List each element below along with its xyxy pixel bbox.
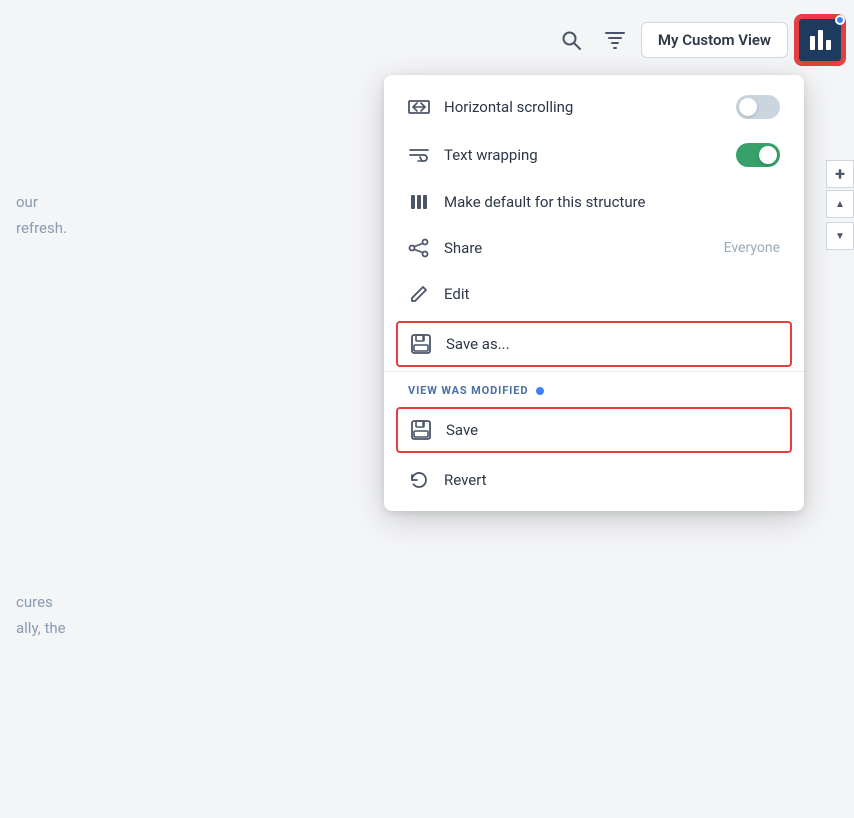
edit-icon xyxy=(408,283,430,305)
save-wrapper: Save xyxy=(396,407,792,453)
save-icon xyxy=(410,419,432,441)
scroll-down-button[interactable]: ▼ xyxy=(826,222,854,250)
make-default-label: Make default for this structure xyxy=(444,193,780,211)
share-label: Share xyxy=(444,239,710,257)
view-modified-section: VIEW WAS MODIFIED xyxy=(384,376,804,403)
horizontal-scrolling-toggle[interactable] xyxy=(736,95,780,119)
view-modified-label: VIEW WAS MODIFIED xyxy=(408,384,780,397)
revert-icon xyxy=(408,469,430,491)
text-wrap-icon xyxy=(408,144,430,166)
revert-item[interactable]: Revert xyxy=(384,457,804,503)
revert-label: Revert xyxy=(444,471,780,489)
share-item[interactable]: Share Everyone xyxy=(384,225,804,271)
dropdown-menu: Horizontal scrolling Text wrapping xyxy=(384,75,804,511)
custom-view-label: My Custom View xyxy=(658,31,771,49)
toolbar: My Custom View xyxy=(0,0,854,80)
columns-view-button[interactable] xyxy=(796,16,844,64)
edit-label: Edit xyxy=(444,285,780,303)
bg-text-bottom-left: curesally, the xyxy=(0,580,150,651)
save-as-icon xyxy=(410,333,432,355)
modified-dot xyxy=(536,387,544,395)
search-button[interactable] xyxy=(553,22,589,58)
filter-button[interactable] xyxy=(597,22,633,58)
make-default-item[interactable]: Make default for this structure xyxy=(384,179,804,225)
save-as-label: Save as... xyxy=(446,335,778,353)
right-side-controls: + ▲ ▼ xyxy=(826,160,854,250)
toggle-knob xyxy=(739,98,757,116)
add-button[interactable]: + xyxy=(826,160,854,188)
edit-item[interactable]: Edit xyxy=(384,271,804,317)
share-right-text: Everyone xyxy=(724,240,780,256)
toggle-on[interactable] xyxy=(736,143,780,167)
toggle-knob xyxy=(759,146,777,164)
text-wrapping-item[interactable]: Text wrapping xyxy=(384,131,804,179)
save-label: Save xyxy=(446,421,778,439)
save-as-item[interactable]: Save as... xyxy=(396,321,792,367)
horizontal-scrolling-item[interactable]: Horizontal scrolling xyxy=(384,83,804,131)
scroll-up-button[interactable]: ▲ xyxy=(826,190,854,218)
text-wrapping-label: Text wrapping xyxy=(444,146,722,164)
notification-dot xyxy=(835,15,845,25)
save-item[interactable]: Save xyxy=(396,407,792,453)
horizontal-scrolling-label: Horizontal scrolling xyxy=(444,98,722,116)
menu-divider xyxy=(384,371,804,372)
columns-small-icon xyxy=(408,191,430,213)
horizontal-scroll-icon xyxy=(408,96,430,118)
text-wrapping-toggle[interactable] xyxy=(736,143,780,167)
share-icon xyxy=(408,237,430,259)
custom-view-button[interactable]: My Custom View xyxy=(641,22,788,58)
save-as-wrapper: Save as... xyxy=(396,321,792,367)
columns-icon xyxy=(810,30,831,50)
bg-text-top-left: ourrefresh. xyxy=(0,180,140,251)
toggle-off[interactable] xyxy=(736,95,780,119)
